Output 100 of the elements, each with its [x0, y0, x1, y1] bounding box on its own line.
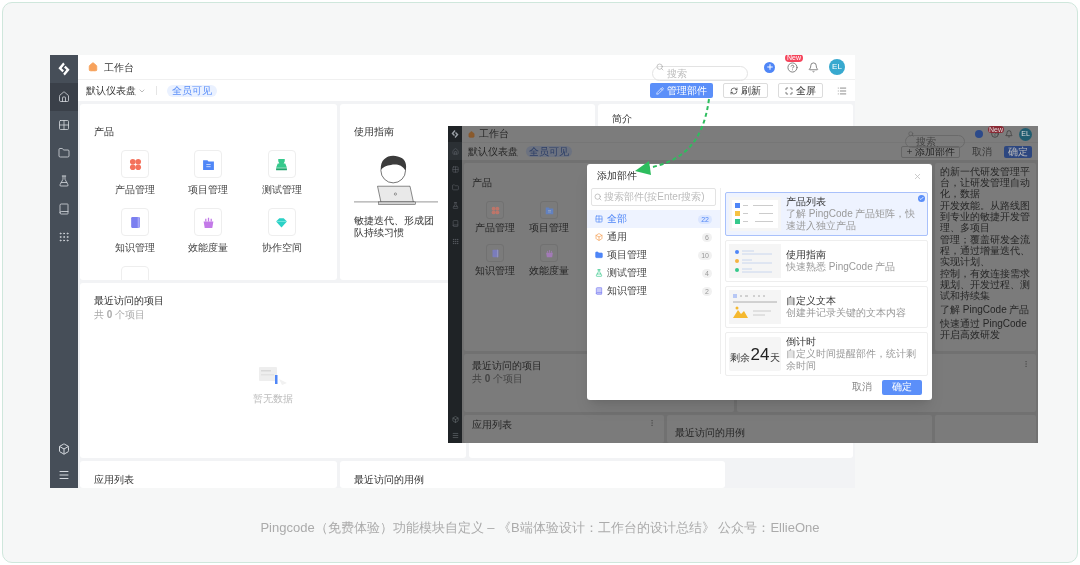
widget-title: 倒计时	[786, 336, 817, 348]
basket-icon	[202, 215, 215, 229]
widget-search-field[interactable]: 搜索部件(按Enter搜索)	[591, 188, 716, 206]
product-tile[interactable]: 知识管理	[470, 244, 520, 277]
close-icon	[913, 171, 922, 181]
card-title: 应用列表	[472, 419, 512, 431]
product-tile[interactable]: 效能度量	[524, 244, 574, 277]
card-title: 简介	[612, 113, 632, 124]
product-tile[interactable]: 测试管理	[245, 150, 319, 196]
bell-icon[interactable]	[808, 61, 819, 73]
folder-icon	[58, 147, 70, 159]
folder-icon	[202, 157, 215, 171]
list-preview-drawing	[729, 197, 781, 231]
book-icon	[595, 287, 603, 295]
more-icon[interactable]	[1022, 360, 1030, 368]
pencil-icon	[656, 86, 664, 95]
sidebar-item[interactable]	[50, 83, 78, 111]
page-title: 工作台	[104, 60, 134, 75]
visibility-tag: 全员可见	[167, 84, 217, 97]
folder-icon	[451, 183, 459, 191]
intro-text: 控制，有效连接需求规划、开发过程、测试和持续集	[940, 268, 1031, 301]
intro-link[interactable]: 了解 PingCode 产品	[940, 304, 1031, 315]
dashboard-dropdown[interactable]: 默认仪表盘	[468, 145, 518, 158]
cube-icon	[58, 443, 70, 455]
basket-icon	[544, 248, 554, 258]
product-tile[interactable]: 协作空间	[245, 208, 319, 254]
book-icon	[451, 219, 459, 227]
home-icon	[58, 91, 70, 103]
add-button[interactable]	[975, 130, 983, 138]
cube-icon	[451, 415, 459, 423]
home-icon	[468, 130, 475, 138]
book-icon	[128, 215, 142, 229]
widget-title: 产品列表	[786, 196, 827, 208]
card-title: 应用列表	[94, 474, 134, 485]
petals-icon	[490, 205, 500, 215]
intro-text: 管理；覆盖研发全流程，通过增量迭代、实现计划、	[940, 234, 1031, 267]
folder-icon	[595, 251, 603, 259]
card-title: 最近访问的用例	[675, 427, 745, 438]
menu-icon	[58, 469, 70, 481]
folder-icon	[544, 205, 554, 215]
box-icon	[595, 233, 603, 241]
product-tile[interactable]: 效能度量	[171, 208, 246, 254]
search-icon	[908, 131, 914, 137]
widget-title: 使用指南	[786, 249, 827, 261]
help-icon[interactable]	[991, 130, 999, 138]
more-icon[interactable]	[648, 419, 656, 427]
add-button[interactable]	[764, 61, 775, 73]
petals-icon	[128, 157, 142, 171]
fullscreen-icon	[785, 86, 793, 95]
card-title: 最近访问的用例	[354, 474, 424, 485]
countdown-preview: 剩余24天	[729, 337, 781, 371]
list-icon[interactable]	[837, 85, 847, 96]
card-title: 使用指南	[354, 126, 394, 137]
toolbar-button[interactable]: 刷新	[723, 83, 768, 98]
card-title: 最近访问的项目	[94, 295, 165, 307]
help-icon[interactable]	[787, 61, 798, 73]
toolbar-button[interactable]: 确定	[1004, 145, 1032, 158]
widget-description: 创建并记录关键的文本内容	[786, 307, 906, 319]
search-icon	[594, 193, 602, 201]
card-title: 产品	[94, 126, 114, 137]
book-icon	[58, 203, 70, 215]
product-tile[interactable]: 产品管理	[470, 201, 520, 234]
refresh-icon	[730, 86, 738, 95]
widget-description: 了解 PingCode 产品矩阵，快速进入独立产品	[786, 208, 916, 232]
guide-caption: 敏捷迭代、形成团队持续习惯	[354, 215, 434, 239]
page-title: 工作台	[479, 128, 509, 140]
search-icon	[656, 63, 664, 71]
widget-title: 自定义文本	[786, 295, 837, 307]
image-caption: Pingcode（免费体验）功能模块自定义 – 《B端体验设计：工作台的设计总结》 公众号：EllieOne	[260, 519, 820, 537]
product-tile[interactable]: 项目管理	[524, 201, 574, 234]
intro-link[interactable]: 快速通过 PingCode 开启高效研发	[940, 318, 1031, 340]
close-button[interactable]	[913, 171, 922, 181]
logo-icon	[56, 61, 72, 77]
intro-text: 开发效能。从路线图到专业的敏捷开发管理、多项目	[940, 200, 1031, 233]
widget-option[interactable]: 自定义文本 创建并记录关键的文本内容	[725, 286, 928, 328]
product-tile[interactable]: 产品管理	[98, 150, 172, 196]
product-tile[interactable]: 项目管理	[171, 150, 246, 196]
plus-icon	[906, 148, 913, 155]
product-tile[interactable]: 知识管理	[98, 208, 172, 254]
widget-description: 快速熟悉 PingCode 产品	[786, 261, 896, 273]
dots-grid-icon	[58, 231, 70, 243]
cancel-button[interactable]: 取消	[852, 381, 872, 393]
selected-check-icon	[918, 195, 925, 202]
text-preview-drawing	[729, 290, 781, 324]
book-icon	[490, 248, 500, 258]
toolbar-button[interactable]: 全屏	[778, 83, 823, 98]
home-icon	[88, 62, 98, 72]
home-icon	[451, 147, 459, 155]
guide-preview-drawing	[729, 244, 781, 278]
bell-icon[interactable]	[1005, 130, 1013, 138]
card-title: 产品	[472, 177, 492, 188]
menu-icon	[451, 431, 459, 439]
project-count: 共 0 个项目	[94, 309, 147, 321]
grid-icon	[58, 119, 70, 131]
widget-description: 自定义时间提醒部件，统计剩余时间	[786, 348, 916, 372]
widget-option[interactable]: 产品列表 了解 PingCode 产品矩阵，快速进入独立产品	[725, 192, 928, 236]
widget-option[interactable]: 使用指南 快速熟悉 PingCode 产品	[725, 240, 928, 282]
card-title: 最近访问的项目	[472, 360, 543, 372]
logo-icon	[450, 129, 460, 139]
dashboard-dropdown[interactable]: 默认仪表盘	[86, 83, 146, 98]
